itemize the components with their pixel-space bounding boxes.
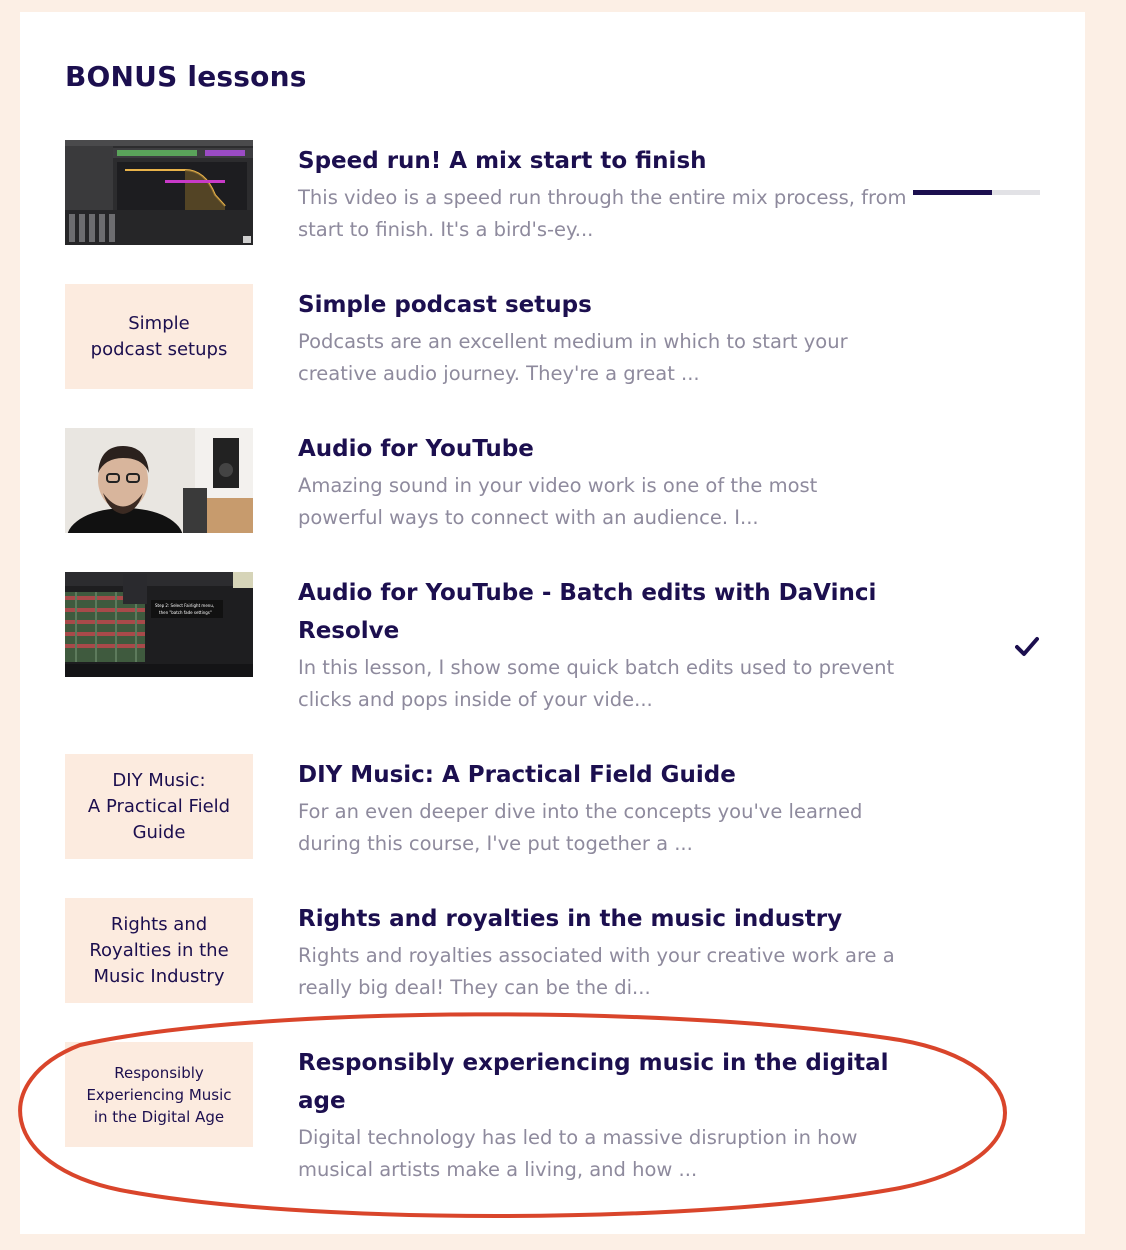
lesson-item-speed-run[interactable]: Speed run! A mix start to finish This vi… xyxy=(20,140,1085,245)
lesson-thumbnail-podcast[interactable]: Simple podcast setups xyxy=(65,284,253,389)
lesson-progress-fill xyxy=(913,190,992,195)
lesson-item-rights-royalties[interactable]: Rights and Royalties in the Music Indust… xyxy=(20,898,1085,1003)
lesson-description: In this lesson, I show some quick batch … xyxy=(298,656,895,711)
lesson-thumbnail-webcam[interactable] xyxy=(65,428,253,533)
davinci-caption-line-2: then "batch fade settings" xyxy=(159,610,212,615)
lesson-title[interactable]: Audio for YouTube - Batch edits with DaV… xyxy=(298,574,898,650)
lesson-title[interactable]: Audio for YouTube xyxy=(298,430,898,468)
davinci-caption-line-1: Step 2: Select Fairlight menu, xyxy=(155,603,214,608)
lesson-title[interactable]: DIY Music: A Practical Field Guide xyxy=(298,756,898,794)
lesson-description: This video is a speed run through the en… xyxy=(298,186,907,241)
lesson-description: Rights and royalties associated with you… xyxy=(298,944,895,999)
checkmark-icon xyxy=(1015,637,1039,656)
thumbnail-label: DIY Music: A Practical Field Guide xyxy=(87,769,231,843)
section-title: BONUS lessons xyxy=(65,60,307,93)
lesson-item-podcast[interactable]: Simple podcast setups Simple podcast set… xyxy=(20,284,1085,389)
lesson-title[interactable]: Speed run! A mix start to finish xyxy=(298,142,898,180)
lesson-title[interactable]: Simple podcast setups xyxy=(298,286,898,324)
lesson-thumbnail-diy-music[interactable]: DIY Music: A Practical Field Guide xyxy=(65,754,253,859)
thumbnail-label: Simple podcast setups xyxy=(90,312,228,360)
lesson-item-davinci[interactable]: Step 2: Select Fairlight menu, then "bat… xyxy=(20,572,1085,722)
lesson-progress-bar xyxy=(913,190,1040,195)
lesson-thumbnail-responsibly-experiencing[interactable]: Responsibly Experiencing Music in the Di… xyxy=(65,1042,253,1147)
davinci-screenshot-image: Step 2: Select Fairlight menu, then "bat… xyxy=(65,572,253,677)
lesson-thumbnail-davinci[interactable]: Step 2: Select Fairlight menu, then "bat… xyxy=(65,572,253,677)
lesson-item-responsibly-experiencing[interactable]: Responsibly Experiencing Music in the Di… xyxy=(20,1042,1085,1192)
webcam-photo-image xyxy=(65,428,253,533)
lesson-title[interactable]: Rights and royalties in the music indust… xyxy=(298,900,898,938)
lesson-item-youtube[interactable]: Audio for YouTube Amazing sound in your … xyxy=(20,428,1085,533)
lesson-description: Podcasts are an excellent medium in whic… xyxy=(298,330,848,385)
lesson-description: Digital technology has led to a massive … xyxy=(298,1126,858,1181)
lessons-card: BONUS lessons Speed run! A mix start to … xyxy=(20,12,1085,1234)
daw-screenshot-image xyxy=(65,140,253,245)
thumbnail-label: Rights and Royalties in the Music Indust… xyxy=(89,913,229,987)
lesson-item-diy-music[interactable]: DIY Music: A Practical Field Guide DIY M… xyxy=(20,754,1085,859)
lesson-description: Amazing sound in your video work is one … xyxy=(298,474,818,529)
lesson-thumbnail-rights-royalties[interactable]: Rights and Royalties in the Music Indust… xyxy=(65,898,253,1003)
lesson-description: For an even deeper dive into the concept… xyxy=(298,800,863,855)
thumbnail-label: Responsibly Experiencing Music in the Di… xyxy=(86,1063,232,1126)
lesson-title[interactable]: Responsibly experiencing music in the di… xyxy=(298,1044,898,1120)
lesson-thumbnail-daw[interactable] xyxy=(65,140,253,245)
